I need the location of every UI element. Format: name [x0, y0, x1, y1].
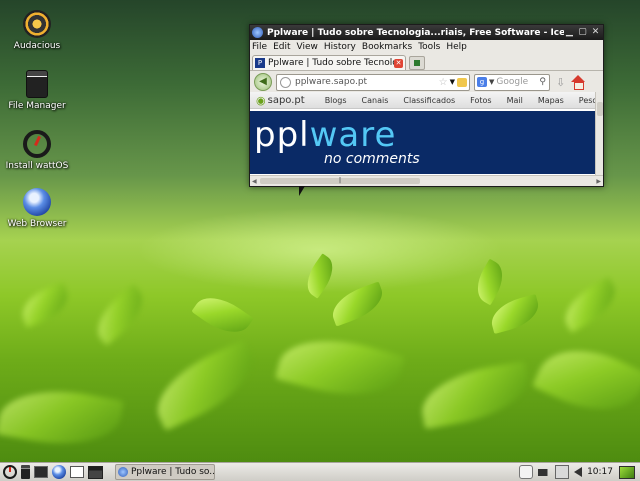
browser-window[interactable]: Pplware | Tudo sobre Tecnologia...riais,… — [249, 24, 604, 187]
new-tab-button[interactable] — [409, 56, 425, 70]
network-icon[interactable] — [555, 465, 570, 479]
nav-link-blogs[interactable]: Blogs — [325, 96, 347, 105]
menu-tools[interactable]: Tools — [418, 42, 440, 52]
desktop-icon-label: File Manager — [8, 101, 66, 111]
scroll-right-icon[interactable]: ▶ — [596, 178, 601, 185]
vertical-scroll-thumb[interactable] — [597, 102, 603, 116]
url-bar[interactable]: pplware.sapo.pt ☆ ▼ — [276, 73, 470, 91]
sapo-logo[interactable]: ◉ sapo.pt — [256, 94, 305, 107]
pplware-favicon: P — [255, 58, 265, 68]
url-text[interactable]: pplware.sapo.pt — [295, 77, 439, 87]
window-title: Pplware | Tudo sobre Tecnologia...riais,… — [267, 27, 564, 38]
search-icon[interactable]: ⚲ — [539, 77, 546, 87]
bookmark-star-icon[interactable]: ☆ — [439, 77, 448, 88]
site-identity-icon[interactable] — [280, 76, 291, 88]
horizontal-scroll-thumb[interactable]: ‖ — [260, 178, 420, 184]
volume-icon[interactable] — [574, 467, 583, 477]
desktop-icon-label: Web Browser — [7, 219, 67, 229]
power-icon[interactable] — [538, 468, 551, 476]
new-tab-icon — [414, 60, 420, 66]
clock[interactable]: 10:17 — [587, 467, 613, 477]
mouse-cursor-icon — [299, 186, 305, 196]
desktop-icon-web-browser[interactable]: Web Browser — [2, 188, 72, 229]
scroll-left-icon[interactable]: ◀ — [252, 178, 257, 185]
url-dropdown-icon[interactable]: ▼ — [450, 78, 455, 86]
menu-help[interactable]: Help — [446, 42, 467, 52]
iceweasel-icon — [252, 27, 263, 38]
nav-link-mail[interactable]: Mail — [507, 96, 523, 105]
window-titlebar[interactable]: Pplware | Tudo sobre Tecnologia...riais,… — [250, 25, 603, 40]
nav-link-mapas[interactable]: Mapas — [538, 96, 564, 105]
desktop-icon-install-wattos[interactable]: Install wattOS — [2, 130, 72, 171]
downloads-icon[interactable]: ⇩ — [556, 76, 565, 89]
desktop-icon-label: Audacious — [13, 41, 61, 51]
desktop-icon-audacious[interactable]: Audacious — [2, 10, 72, 51]
audacious-icon — [23, 10, 51, 38]
file-manager-launcher-icon[interactable] — [21, 465, 30, 479]
maximize-icon[interactable]: ▢ — [577, 27, 588, 38]
tab-pplware[interactable]: P Pplware | Tudo sobre Tecnologia... ✕ — [252, 55, 406, 70]
nav-link-pesquisa[interactable]: Pesquisa — [579, 96, 595, 105]
menu-edit[interactable]: Edit — [273, 42, 290, 52]
nav-link-fotos[interactable]: Fotos — [470, 96, 491, 105]
google-engine-icon[interactable]: g — [477, 77, 487, 87]
browser-launcher-icon[interactable] — [52, 465, 66, 479]
taskbar-task-pplware[interactable]: Pplware | Tudo so... — [115, 464, 215, 480]
desktop-pager-icon[interactable] — [619, 465, 635, 479]
task-label: Pplware | Tudo so... — [131, 467, 214, 477]
menu-history[interactable]: History — [324, 42, 356, 52]
network-manager-icon[interactable] — [519, 465, 534, 479]
tab-label: Pplware | Tudo sobre Tecnologia... — [268, 58, 394, 68]
desktop-icon-label: Install wattOS — [5, 161, 69, 171]
show-desktop-icon[interactable] — [88, 465, 103, 479]
go-icon[interactable] — [457, 77, 467, 87]
engine-dropdown-icon[interactable]: ▼ — [489, 78, 494, 86]
file-manager-icon — [26, 70, 48, 98]
minimize-icon[interactable]: ▁ — [564, 27, 575, 38]
pplware-logo: pplware — [254, 115, 397, 155]
system-tray: 10:17 — [519, 465, 640, 479]
menu-bookmarks[interactable]: Bookmarks — [362, 42, 412, 52]
iceweasel-task-icon — [118, 467, 128, 477]
desktop-icon-file-manager[interactable]: File Manager — [2, 70, 72, 111]
back-arrow-icon: ◀ — [259, 76, 267, 87]
nav-link-classificados[interactable]: Classificados — [403, 96, 455, 105]
taskbar: Pplware | Tudo so... 10:17 — [0, 462, 640, 481]
sapo-nav-bar: ◉ sapo.pt Blogs Canais Classificados Foto… — [250, 92, 595, 109]
search-bar[interactable]: g ▼ Google ⚲ — [474, 73, 550, 91]
menu-bar: File Edit View History Bookmarks Tools H… — [250, 40, 603, 54]
terminal-launcher-icon[interactable] — [34, 466, 48, 478]
menu-start-icon[interactable] — [3, 465, 17, 479]
search-placeholder: Google — [496, 77, 529, 87]
banner-tagline: no comments — [324, 151, 420, 167]
vertical-scrollbar[interactable] — [595, 92, 603, 175]
web-browser-icon — [23, 188, 51, 216]
close-icon[interactable]: ✕ — [590, 27, 601, 38]
home-icon[interactable] — [571, 75, 586, 90]
menu-file[interactable]: File — [252, 42, 267, 52]
tab-close-icon[interactable]: ✕ — [394, 58, 403, 68]
back-button[interactable]: ◀ — [254, 73, 272, 91]
nav-link-canais[interactable]: Canais — [362, 96, 389, 105]
pplware-banner[interactable]: pplware no comments — [250, 111, 595, 174]
page-content: ◉ sapo.pt Blogs Canais Classificados Foto… — [250, 92, 595, 175]
tab-bar: P Pplware | Tudo sobre Tecnologia... ✕ — [250, 54, 603, 71]
window-switcher-icon[interactable] — [70, 466, 84, 478]
install-icon — [23, 130, 51, 158]
menu-view[interactable]: View — [297, 42, 318, 52]
sapo-logo-icon: ◉ — [256, 93, 266, 107]
navigation-toolbar: ◀ pplware.sapo.pt ☆ ▼ g ▼ Google ⚲ ⇩ — [250, 71, 603, 93]
